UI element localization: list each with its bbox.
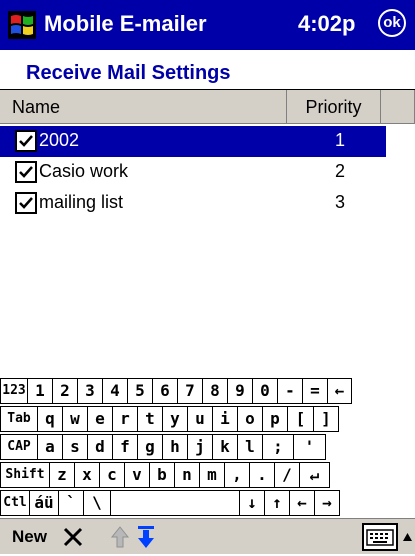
key[interactable]: 2 bbox=[52, 378, 78, 404]
windows-flag-icon[interactable] bbox=[8, 11, 36, 39]
soft-keyboard: 123 1 2 3 4 5 6 7 8 9 0- = ← Tab q w e r t y u i o p[] CAP a s d f g h… bbox=[0, 378, 415, 518]
move-up-icon[interactable] bbox=[110, 525, 130, 554]
menu-bar: New bbox=[0, 518, 415, 554]
key[interactable]: l bbox=[237, 434, 263, 460]
key[interactable]: ` bbox=[58, 490, 84, 516]
key[interactable]: r bbox=[112, 406, 138, 432]
settings-list: Name Priority 2002 1 Casio work 2 mailin… bbox=[0, 90, 415, 378]
checkbox[interactable] bbox=[15, 161, 37, 183]
key[interactable]: o bbox=[237, 406, 263, 432]
key[interactable]: ] bbox=[313, 406, 339, 432]
key[interactable]: ↑ bbox=[264, 490, 290, 516]
key[interactable]: Ctl bbox=[0, 490, 30, 516]
key[interactable]: v bbox=[124, 462, 150, 488]
page-header: Receive Mail Settings bbox=[0, 54, 415, 90]
column-header-priority[interactable]: Priority bbox=[287, 90, 381, 124]
key[interactable]: n bbox=[174, 462, 200, 488]
key[interactable]: e bbox=[87, 406, 113, 432]
key[interactable]: m bbox=[199, 462, 225, 488]
checkmark-icon bbox=[19, 166, 33, 178]
clock[interactable]: 4:02p bbox=[298, 11, 355, 37]
key[interactable]: → bbox=[314, 490, 340, 516]
item-priority: 2 bbox=[334, 161, 345, 181]
key[interactable]: = bbox=[302, 378, 328, 404]
keyboard-icon[interactable] bbox=[362, 523, 398, 551]
key[interactable]: 1 bbox=[27, 378, 53, 404]
key[interactable]: Shift bbox=[0, 462, 50, 488]
key[interactable]: s bbox=[62, 434, 88, 460]
title-bar: Mobile E-mailer 4:02p ok bbox=[0, 0, 415, 50]
key[interactable]: t bbox=[137, 406, 163, 432]
item-name: Casio work bbox=[39, 161, 129, 181]
key[interactable]: x bbox=[74, 462, 100, 488]
key[interactable]: c bbox=[99, 462, 125, 488]
key[interactable]: / bbox=[274, 462, 300, 488]
key[interactable]: d bbox=[87, 434, 113, 460]
list-item[interactable]: Casio work 2 bbox=[0, 157, 386, 188]
key[interactable]: 123 bbox=[0, 378, 28, 404]
input-arrow-icon[interactable] bbox=[400, 523, 415, 551]
key[interactable]: 4 bbox=[102, 378, 128, 404]
checkbox[interactable] bbox=[15, 192, 37, 214]
key[interactable]: 0 bbox=[252, 378, 278, 404]
page-title: Receive Mail Settings bbox=[26, 62, 231, 84]
checkmark-icon bbox=[19, 197, 33, 209]
key[interactable]: a bbox=[37, 434, 63, 460]
checkbox[interactable] bbox=[15, 130, 37, 152]
key-space[interactable] bbox=[110, 490, 240, 516]
key[interactable]: 3 bbox=[77, 378, 103, 404]
key[interactable]: i bbox=[212, 406, 238, 432]
key[interactable]: áü bbox=[29, 490, 59, 516]
key[interactable]: 6 bbox=[152, 378, 178, 404]
key[interactable]: 8 bbox=[202, 378, 228, 404]
key[interactable]: ' bbox=[293, 434, 326, 460]
key[interactable]: y bbox=[162, 406, 188, 432]
key[interactable]: b bbox=[149, 462, 175, 488]
key[interactable]: Tab bbox=[0, 406, 38, 432]
key[interactable]: g bbox=[137, 434, 163, 460]
move-down-icon[interactable] bbox=[136, 525, 156, 554]
key[interactable]: 7 bbox=[177, 378, 203, 404]
list-item[interactable]: mailing list 3 bbox=[0, 188, 386, 219]
key[interactable]: , bbox=[224, 462, 250, 488]
key[interactable]: [ bbox=[287, 406, 314, 432]
key[interactable]: 9 bbox=[227, 378, 253, 404]
key[interactable]: ← bbox=[327, 378, 352, 404]
ok-button[interactable]: ok bbox=[378, 9, 406, 37]
key[interactable]: ← bbox=[289, 490, 315, 516]
key[interactable]: \ bbox=[83, 490, 111, 516]
checkmark-icon bbox=[19, 135, 33, 147]
key[interactable]: z bbox=[49, 462, 75, 488]
key[interactable]: ; bbox=[262, 434, 294, 460]
key[interactable]: - bbox=[277, 378, 303, 404]
key[interactable]: w bbox=[62, 406, 88, 432]
key[interactable]: CAP bbox=[0, 434, 38, 460]
item-name: mailing list bbox=[39, 192, 124, 212]
key[interactable]: f bbox=[112, 434, 138, 460]
item-priority: 1 bbox=[334, 130, 345, 150]
list-item[interactable]: 2002 1 bbox=[0, 126, 386, 157]
item-priority: 3 bbox=[334, 192, 345, 212]
key[interactable]: ↓ bbox=[239, 490, 265, 516]
key[interactable]: 5 bbox=[127, 378, 153, 404]
delete-x-icon[interactable] bbox=[62, 526, 84, 553]
key[interactable]: ↵ bbox=[299, 462, 330, 488]
column-header-filler bbox=[381, 90, 415, 124]
key[interactable]: h bbox=[162, 434, 188, 460]
new-button[interactable]: New bbox=[12, 527, 47, 547]
column-header-name[interactable]: Name bbox=[0, 90, 287, 124]
key[interactable]: k bbox=[212, 434, 238, 460]
app-title: Mobile E-mailer bbox=[44, 11, 207, 36]
key[interactable]: u bbox=[187, 406, 213, 432]
key[interactable]: j bbox=[187, 434, 213, 460]
key[interactable]: . bbox=[249, 462, 275, 488]
item-name: 2002 bbox=[39, 130, 80, 150]
key[interactable]: p bbox=[262, 406, 288, 432]
key[interactable]: q bbox=[37, 406, 63, 432]
